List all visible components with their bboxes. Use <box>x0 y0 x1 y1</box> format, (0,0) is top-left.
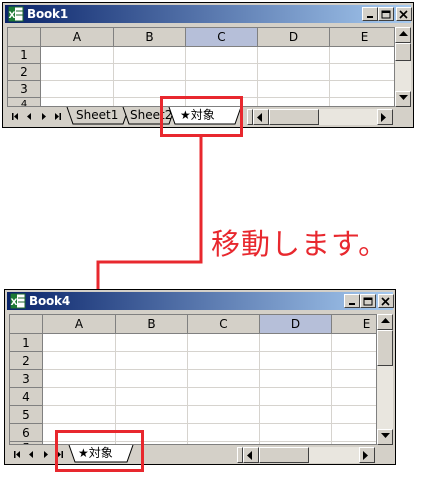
column-header-c[interactable]: C <box>188 315 260 334</box>
grid-line <box>331 334 332 444</box>
grid-line <box>43 423 376 424</box>
scroll-thumb[interactable] <box>377 330 393 366</box>
column-header-a[interactable]: A <box>43 315 116 334</box>
svg-text:X: X <box>11 298 18 308</box>
close-button[interactable] <box>378 294 394 308</box>
scroll-up-button[interactable] <box>377 314 393 330</box>
arrow-left-icon <box>247 451 252 460</box>
arrow-right-icon <box>363 451 368 460</box>
first-sheet-icon[interactable] <box>11 448 24 461</box>
minimize-button[interactable] <box>344 294 360 308</box>
column-header-e[interactable]: E <box>332 315 376 334</box>
excel-icon: X <box>10 293 26 309</box>
arrow-up-icon <box>381 318 390 323</box>
highlight-box-destination-tab <box>55 430 144 472</box>
restore-icon <box>363 297 373 306</box>
grid-line <box>115 334 116 444</box>
grid-line <box>43 387 376 388</box>
arrow-down-icon <box>381 433 390 438</box>
row-header-4[interactable]: 4 <box>10 388 43 406</box>
scroll-down-button[interactable] <box>377 429 393 445</box>
grid-line <box>43 405 376 406</box>
restore-button[interactable] <box>360 294 376 308</box>
scroll-left-button[interactable] <box>243 447 259 463</box>
row-header-6[interactable]: 6 <box>10 424 43 442</box>
row-header-2[interactable]: 2 <box>10 352 43 370</box>
grid-line <box>187 334 188 444</box>
worksheet-grid[interactable]: A B C D E 1 2 3 4 5 6 7 <box>9 314 377 445</box>
row-header-1[interactable]: 1 <box>10 334 43 352</box>
horizontal-scrollbar[interactable] <box>243 447 375 463</box>
grid-line <box>43 351 376 352</box>
vertical-scrollbar[interactable] <box>377 314 393 445</box>
column-header-b[interactable]: B <box>116 315 188 334</box>
row-header-3[interactable]: 3 <box>10 370 43 388</box>
previous-sheet-icon[interactable] <box>25 448 38 461</box>
row-header-5[interactable]: 5 <box>10 406 43 424</box>
minimize-icon <box>349 303 355 305</box>
horizontal-scroll-thumb[interactable] <box>259 447 309 463</box>
grid-line <box>43 369 376 370</box>
select-all-corner[interactable] <box>10 315 43 334</box>
annotation-message: 移動します。 <box>211 227 389 261</box>
title-bar[interactable]: X Book4 <box>7 292 394 310</box>
scroll-right-button[interactable] <box>359 447 375 463</box>
grid-line <box>259 334 260 444</box>
column-header-d[interactable]: D <box>260 315 332 334</box>
window-title: Book4 <box>29 294 70 308</box>
close-icon <box>381 297 390 306</box>
next-sheet-icon[interactable] <box>39 448 52 461</box>
